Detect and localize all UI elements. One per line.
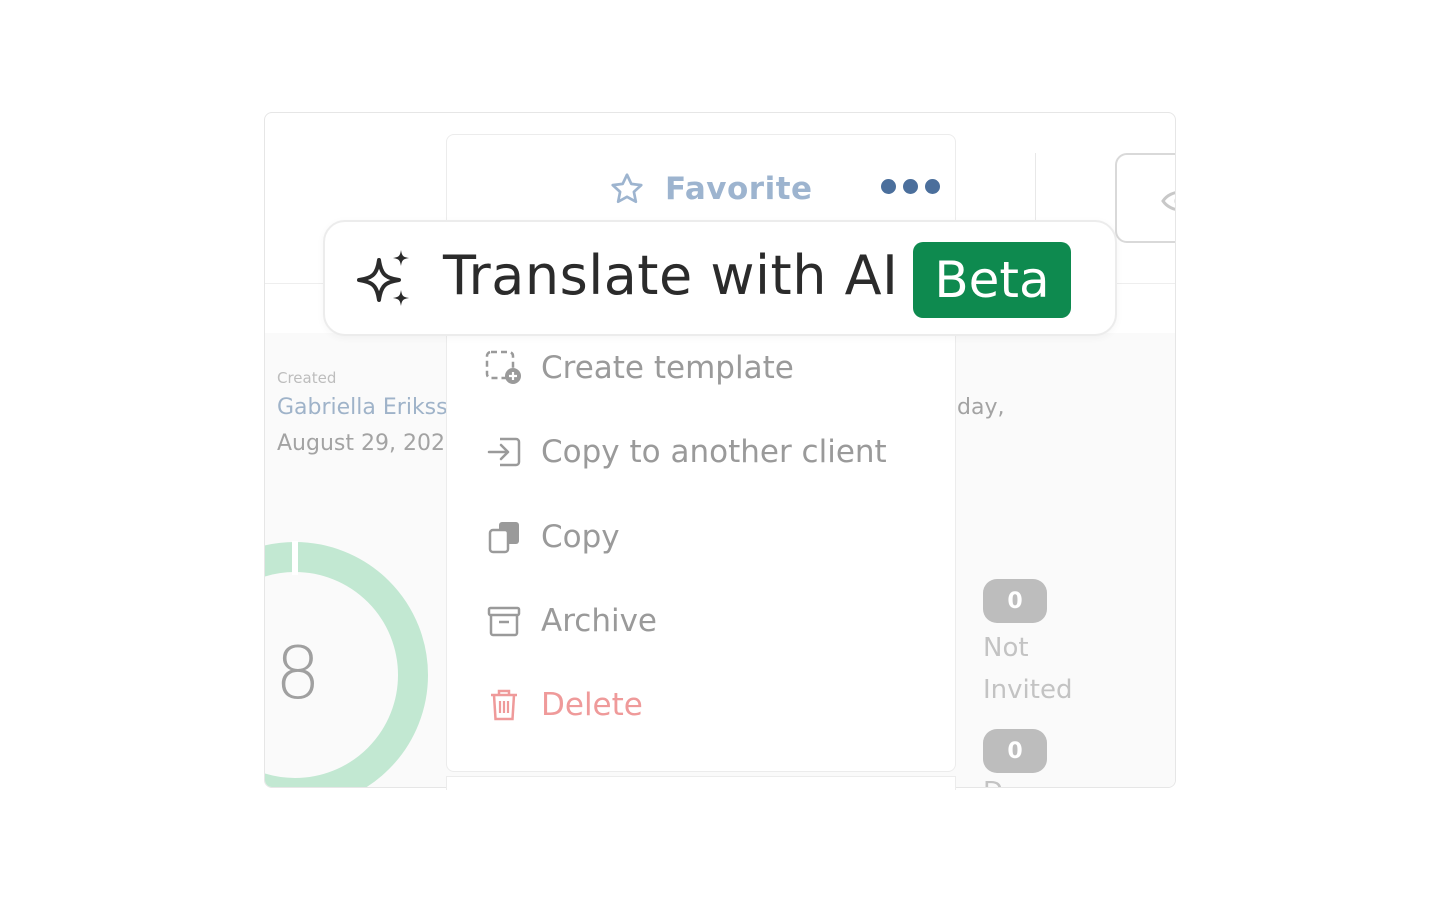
- created-caption: Created: [277, 369, 337, 387]
- status-label: D: [983, 777, 1003, 787]
- star-icon: [611, 173, 643, 204]
- status-count: 0: [983, 729, 1047, 773]
- dot-icon: [881, 179, 896, 194]
- menu-item-copy[interactable]: Copy: [485, 518, 620, 556]
- dot-icon: [903, 179, 918, 194]
- beta-badge: Beta: [913, 242, 1071, 318]
- favorite-button[interactable]: Favorite: [609, 171, 813, 207]
- dot-icon: [925, 179, 940, 194]
- copy-icon: [485, 518, 523, 556]
- menu-item-create-template[interactable]: Create template: [485, 349, 794, 387]
- created-date: August 29, 202: [277, 431, 445, 456]
- not-invited-count: 0: [983, 579, 1047, 623]
- archive-icon: [485, 602, 523, 640]
- date-fragment: day,: [957, 395, 1005, 420]
- not-invited-label: Not Invited: [983, 633, 1073, 705]
- donut-value: 8: [275, 631, 321, 715]
- copy-to-client-icon: [485, 433, 523, 471]
- menu-item-label: Delete: [541, 687, 643, 723]
- more-options-button[interactable]: [881, 179, 940, 194]
- eye-icon: [1161, 191, 1175, 211]
- menu-item-delete[interactable]: Delete: [485, 686, 643, 724]
- sparkle-icon: [357, 250, 409, 306]
- menu-item-label: Create template: [541, 350, 794, 386]
- menu-item-label: Copy to another client: [541, 434, 887, 470]
- menu-item-label: Archive: [541, 603, 657, 639]
- menu-item-copy-to-client[interactable]: Copy to another client: [485, 433, 887, 471]
- owner-link[interactable]: Gabriella Erikss: [277, 395, 448, 420]
- template-add-icon: [485, 349, 523, 387]
- favorite-label: Favorite: [665, 171, 813, 207]
- trash-icon: [485, 686, 523, 724]
- translate-with-ai-item[interactable]: Translate with AI Beta: [323, 220, 1117, 336]
- menu-item-archive[interactable]: Archive: [485, 602, 657, 640]
- translate-label: Translate with AI: [443, 244, 899, 307]
- menu-footer-edge: [446, 776, 956, 790]
- preview-button[interactable]: [1115, 153, 1175, 243]
- menu-item-label: Copy: [541, 519, 620, 555]
